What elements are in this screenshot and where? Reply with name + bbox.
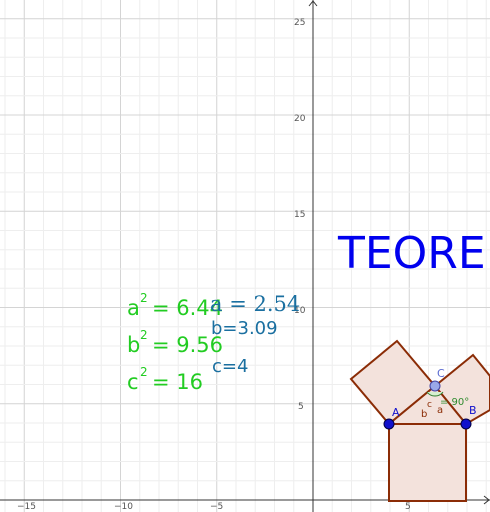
y-tick-label: 20 <box>294 114 306 124</box>
side-label-c: c <box>427 400 432 410</box>
point-a-label: A <box>392 406 400 419</box>
side-length-c[interactable]: c=4 <box>212 356 248 377</box>
formula-exponent: 2 <box>140 291 148 305</box>
x-tick-label: −15 <box>17 502 36 512</box>
y-tick-label: 25 <box>294 18 305 28</box>
side-length-a[interactable]: a = 2.54 <box>210 292 300 316</box>
angle-label: = 90° <box>440 397 469 408</box>
y-tick-label: 15 <box>294 210 305 220</box>
y-tick-label: 5 <box>298 402 304 412</box>
formula-base: a <box>127 296 140 320</box>
point-b[interactable] <box>460 418 472 430</box>
formula-value: = 16 <box>152 370 203 394</box>
formula-b-squared[interactable]: b 2 = 9.56 <box>127 328 223 357</box>
formula-exponent: 2 <box>140 365 148 379</box>
title-text[interactable]: TEORE <box>337 228 486 279</box>
formula-a-squared[interactable]: a 2 = 6.44 <box>127 291 223 320</box>
formula-exponent: 2 <box>140 328 148 342</box>
point-c-label: C <box>437 367 445 380</box>
side-label-b: b <box>421 409 427 420</box>
formula-base: b <box>127 333 140 357</box>
x-tick-label: −5 <box>210 502 223 512</box>
formula-base: c <box>127 370 139 394</box>
point-b-label: B <box>469 404 477 417</box>
graphics-view[interactable]: −15 −10 −5 5 5 10 15 20 25 b a c = 90° A… <box>0 0 490 512</box>
point-c[interactable] <box>429 380 441 392</box>
x-tick-label: −10 <box>114 502 133 512</box>
side-length-b[interactable]: b=3.09 <box>211 318 278 339</box>
square-on-hypotenuse[interactable] <box>388 423 467 502</box>
point-a[interactable] <box>383 418 395 430</box>
formula-c-squared[interactable]: c 2 = 16 <box>127 365 203 394</box>
x-tick-label: 5 <box>405 502 411 512</box>
